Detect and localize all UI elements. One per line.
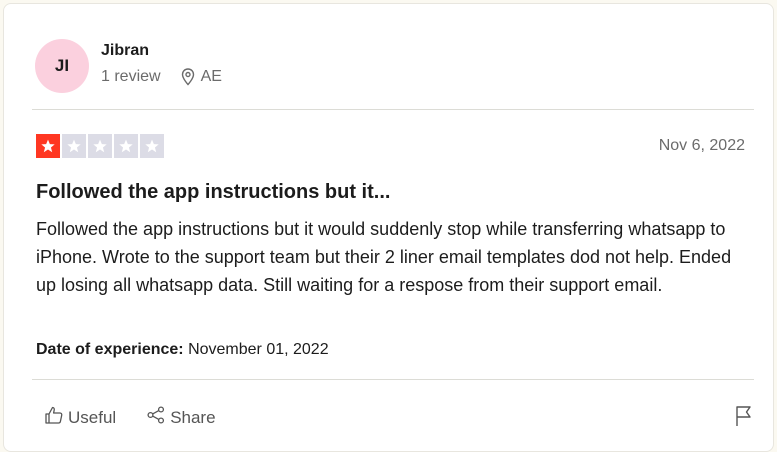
share-icon	[146, 405, 166, 430]
thumbs-up-icon	[44, 405, 64, 430]
review-title[interactable]: Followed the app instructions but it...	[36, 181, 390, 204]
star-icon	[36, 134, 60, 158]
date-of-experience: Date of experience: November 01, 2022	[36, 341, 329, 359]
star-icon	[88, 134, 112, 158]
experience-label: Date of experience:	[36, 341, 184, 358]
star-rating	[36, 134, 164, 158]
star-icon	[114, 134, 138, 158]
star-icon	[140, 134, 164, 158]
reviewer-name[interactable]: Jibran	[101, 42, 149, 60]
avatar[interactable]: JI	[35, 39, 89, 93]
header-divider	[32, 109, 754, 110]
reviewer-meta: 1 review AE	[101, 68, 222, 86]
useful-button[interactable]: Useful	[44, 405, 116, 430]
share-button[interactable]: Share	[146, 405, 216, 430]
review-date: Nov 6, 2022	[658, 137, 745, 154]
location-pin-icon	[181, 68, 195, 86]
review-actions: Useful Share	[44, 405, 216, 430]
star-icon	[62, 134, 86, 158]
footer-divider	[32, 379, 754, 380]
review-card: JI Jibran 1 review AE Nov 6, 2022 Follow…	[3, 3, 774, 452]
report-flag-button[interactable]	[734, 405, 754, 432]
review-body: Followed the app instructions but it wou…	[36, 219, 732, 295]
share-label: Share	[170, 407, 216, 427]
review-count: 1 review	[101, 68, 161, 85]
useful-label: Useful	[68, 407, 117, 427]
avatar-initials: JI	[54, 56, 70, 75]
experience-date: November 01, 2022	[188, 341, 329, 358]
flag-icon	[734, 406, 754, 431]
reviewer-country: AE	[200, 68, 222, 85]
